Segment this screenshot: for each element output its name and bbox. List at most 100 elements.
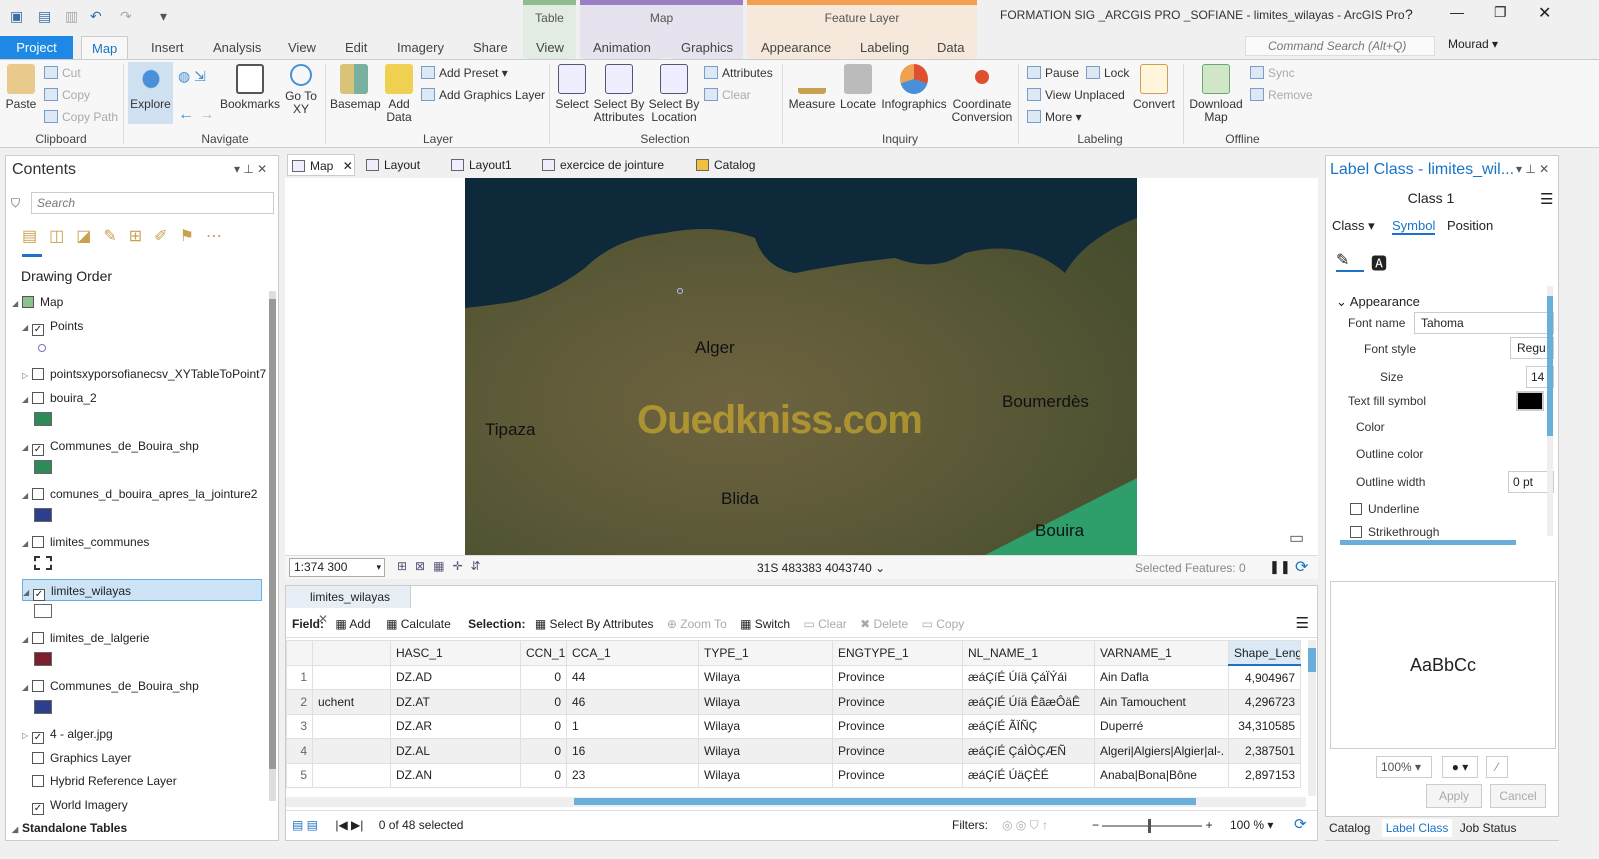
column-header[interactable]: CCN_1 <box>520 640 567 666</box>
add-graphics-layer-button[interactable]: Add Graphics Layer <box>421 88 545 102</box>
clear-selection-button[interactable]: Clear <box>704 88 751 102</box>
measure-button[interactable]: Measure <box>788 64 836 111</box>
visibility-checkbox[interactable]: ✓ <box>32 732 44 744</box>
filter-icons[interactable]: ◎ ◎ ⛉ ↑ <box>1002 811 1048 839</box>
close-window-icon[interactable]: ✕ <box>1538 3 1551 23</box>
undo-icon[interactable]: ↶ <box>90 8 102 25</box>
preview-options-icon[interactable]: ⁄ <box>1486 756 1508 778</box>
row-number[interactable]: 4 <box>286 738 313 764</box>
view-tab-layout[interactable]: Layout <box>362 154 420 176</box>
pause-labeling-button[interactable]: Pause <box>1027 66 1079 80</box>
text-fill-swatch[interactable] <box>1516 391 1544 411</box>
visibility-checkbox[interactable]: ✓ <box>33 589 45 601</box>
layer-symbol[interactable] <box>34 604 52 618</box>
view-tab-layout1[interactable]: Layout1 <box>447 154 512 176</box>
layer-symbol[interactable] <box>34 508 52 522</box>
copy-path-button[interactable]: Copy Path <box>44 110 118 124</box>
convert-button[interactable]: Convert <box>1132 64 1176 111</box>
map-view[interactable]: Alger Tipaza Boumerdès Blida Bouira Oued… <box>285 178 1318 555</box>
switch-button[interactable]: ▦ Switch <box>740 617 790 631</box>
add-preset-button[interactable]: Add Preset ▾ <box>421 66 508 80</box>
help-icon[interactable]: ? <box>1405 6 1413 22</box>
layer-item[interactable]: ◢ ✓ Points <box>22 315 83 337</box>
layer-item[interactable]: ◢ ✓ Communes_de_Bouira_shp <box>22 435 199 457</box>
apply-button[interactable]: Apply <box>1426 784 1482 808</box>
tab-animation[interactable]: Animation <box>583 36 661 60</box>
refresh-icon[interactable]: ⟳ <box>1294 811 1307 839</box>
visibility-checkbox[interactable] <box>32 392 44 404</box>
column-header[interactable]: TYPE_1 <box>698 640 833 666</box>
tab-class[interactable]: Class ▾ <box>1332 218 1375 234</box>
column-header[interactable]: ENGTYPE_1 <box>832 640 963 666</box>
copy-button[interactable]: Copy <box>44 88 90 102</box>
column-header[interactable] <box>312 640 391 666</box>
tab-position[interactable]: Position <box>1447 218 1493 233</box>
contents-view-toolbar[interactable]: ▤◫◪✎⊞✐⚑⋯ <box>22 226 262 250</box>
visibility-checkbox[interactable] <box>32 536 44 548</box>
pause-drawing-icon[interactable]: ❚❚ <box>1269 559 1291 575</box>
expand-icon[interactable]: ◢ <box>22 317 32 339</box>
minimize-icon[interactable]: — <box>1450 4 1464 20</box>
paste-button[interactable]: Paste <box>5 64 37 111</box>
contents-scrollbar[interactable] <box>269 291 276 801</box>
remove-button[interactable]: Remove <box>1250 88 1313 102</box>
layer-symbol[interactable] <box>34 652 52 666</box>
tab-catalog[interactable]: Catalog <box>1329 821 1370 835</box>
cancel-button[interactable]: Cancel <box>1490 784 1546 808</box>
expand-icon[interactable]: ◢ <box>22 389 32 411</box>
cut-button[interactable]: Cut <box>44 66 81 80</box>
appearance-section[interactable]: ⌄ Appearance <box>1336 294 1420 310</box>
sync-button[interactable]: Sync <box>1250 66 1295 80</box>
visibility-checkbox[interactable] <box>32 632 44 644</box>
column-header[interactable]: VARNAME_1 <box>1094 640 1229 666</box>
visibility-checkbox[interactable] <box>32 775 44 787</box>
tab-project[interactable]: Project <box>0 36 73 60</box>
user-menu[interactable]: Mourad ▾ <box>1448 37 1498 51</box>
view-unplaced-button[interactable]: View Unplaced <box>1027 88 1125 102</box>
visibility-checkbox[interactable] <box>32 751 44 764</box>
tab-appearance[interactable]: Appearance <box>751 36 842 60</box>
navigation-icons[interactable]: |◀ ▶| <box>335 818 363 832</box>
view-tab-map[interactable]: Map ✕ <box>287 154 355 176</box>
preview-background-dropdown[interactable]: ● ▾ <box>1442 756 1478 778</box>
table-row[interactable]: 3 DZ.AR 0 1 Wilaya Province æáÇíÉ ÃÏÑÇ Duperré 3… <box>286 713 1301 739</box>
table-view-icons[interactable]: ▤ ▤ <box>292 818 318 832</box>
tab-labeling[interactable]: Labeling <box>850 36 920 60</box>
menu-icon[interactable]: ☰ <box>1540 190 1553 208</box>
bookmarks-button[interactable]: Bookmarks <box>220 64 280 111</box>
tab-insert[interactable]: Insert <box>141 36 194 60</box>
copy-button[interactable]: ▭ Copy <box>922 617 965 631</box>
expand-icon[interactable]: ◢ <box>12 293 22 315</box>
go-to-xy-button[interactable]: Go To XY <box>284 64 318 116</box>
general-icon[interactable]: ✎ <box>1336 250 1364 272</box>
expand-icon[interactable]: ◢ <box>22 437 32 459</box>
map-overview-icon[interactable]: ▭ <box>1289 528 1304 548</box>
expand-icon[interactable]: ◢ <box>23 582 33 604</box>
select-button[interactable]: Select <box>554 64 590 111</box>
select-by-location-button[interactable]: Select By Location <box>648 64 700 124</box>
layer-item[interactable]: Hybrid Reference Layer <box>22 770 177 792</box>
tab-analysis[interactable]: Analysis <box>203 36 271 60</box>
download-map-button[interactable]: Download Map <box>1188 64 1244 124</box>
expand-icon[interactable]: ◢ <box>22 629 32 651</box>
zoom-to-button[interactable]: ⊕ Zoom To <box>667 617 727 631</box>
column-header[interactable]: NL_NAME_1 <box>962 640 1095 666</box>
expand-icon[interactable]: ▷ <box>22 365 32 387</box>
contents-search-input[interactable]: Search <box>31 192 274 214</box>
tab-imagery[interactable]: Imagery <box>387 36 454 60</box>
refresh-icon[interactable]: ⟳ <box>1295 557 1308 577</box>
column-header[interactable]: HASC_1 <box>390 640 521 666</box>
expand-icon[interactable]: ◢ <box>22 677 32 699</box>
tab-graphics[interactable]: Graphics <box>671 36 744 60</box>
layer-item[interactable]: ◢ ✓ limites_wilayas <box>22 579 262 601</box>
underline-checkbox[interactable]: Underline <box>1350 502 1419 516</box>
back-forward-icon[interactable]: ← → <box>178 106 214 124</box>
table-menu-icon[interactable]: ☰ <box>1296 612 1309 636</box>
standalone-tables[interactable]: ◢ Standalone Tables <box>12 817 127 839</box>
tab-view[interactable]: View <box>278 36 326 60</box>
redo-icon[interactable]: ↷ <box>120 8 132 25</box>
restore-icon[interactable]: ❐ <box>1494 4 1507 21</box>
visibility-checkbox[interactable] <box>32 368 44 380</box>
column-header[interactable]: CCA_1 <box>566 640 699 666</box>
layer-item[interactable]: ◢ limites_de_lalgerie <box>22 627 149 649</box>
